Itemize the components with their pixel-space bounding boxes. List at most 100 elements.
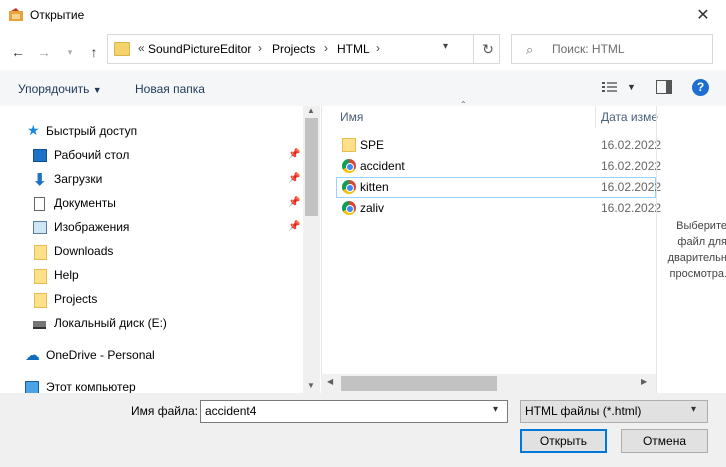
column-header-name[interactable]: Имя [340,110,363,124]
help-icon: ? [696,80,705,94]
column-divider[interactable] [595,106,596,128]
sidebar-item-onedrive[interactable]: ☁ OneDrive - Personal [0,344,305,368]
file-name: kitten [360,180,389,194]
pin-icon[interactable]: 📌 [288,197,300,208]
sidebar-item-help[interactable]: Help [0,264,305,288]
preview-line: дварительн [667,252,726,264]
file-row[interactable]: accident 16.02.2022 [336,156,661,177]
sidebar-scroll-thumb[interactable] [305,118,318,216]
address-bar[interactable]: « SoundPictureEditor › Projects › HTML ›… [107,34,500,64]
sidebar-item-label: Быстрый доступ [46,124,138,138]
file-date: 16.02.2022 [601,201,662,215]
sidebar-item-this-pc[interactable]: Этот компьютер [0,376,305,393]
app-icon [9,8,23,21]
chevron-right-icon[interactable]: › [258,41,262,55]
column-header-date[interactable]: Дата изме [601,110,658,124]
recent-locations-button[interactable]: ▾ [60,42,80,62]
new-folder-button[interactable]: Новая папка [135,82,205,96]
file-list-scroll-thumb[interactable] [341,376,497,391]
chevron-down-icon[interactable]: ▾ [493,404,498,415]
preview-line: файл для [677,236,726,248]
sidebar-item-documents[interactable]: Документы 📌 [0,192,305,216]
chrome-icon [342,201,356,215]
sidebar-item-label: Этот компьютер [46,380,136,393]
window-title: Открытие [30,8,85,22]
view-options-button[interactable] [602,80,618,94]
sidebar-item-local-disk[interactable]: Локальный диск (E:) [0,312,305,336]
chevron-down-icon: ▼ [92,85,102,95]
desktop-icon [33,149,47,162]
filetype-value: HTML файлы (*.html) [525,404,642,418]
navigation-pane: ★ Быстрый доступ Рабочий стол 📌 ⬇ Загруз… [0,106,320,393]
chevron-right-icon[interactable]: › [376,41,380,55]
command-bar: Упорядочить ▼ Новая папка ▼ ? [0,70,726,106]
sidebar-item-label: Документы [54,196,116,210]
refresh-icon: ↻ [482,41,494,57]
pin-icon[interactable]: 📌 [288,173,300,184]
refresh-button[interactable]: ↻ [473,35,502,63]
pin-icon[interactable]: 📌 [288,149,300,160]
sidebar-item-label: Downloads [54,244,114,258]
sidebar-item-downloads-quick[interactable]: ⬇ Загрузки 📌 [0,168,305,192]
scroll-up-icon[interactable]: ▲ [307,106,315,115]
breadcrumb-item[interactable]: HTML [337,42,370,56]
sidebar-item-label: Изображения [54,220,130,234]
filename-input[interactable]: accident4 ▾ [200,400,508,423]
pictures-icon [33,221,47,234]
title-bar: Открытие ✕ [0,0,726,32]
scroll-down-icon[interactable]: ▼ [307,381,315,390]
scroll-right-icon[interactable]: ▶ [641,377,647,386]
sidebar-item-quick-access[interactable]: ★ Быстрый доступ [0,120,305,144]
view-list-icon [602,82,617,92]
file-row[interactable]: zaliv 16.02.2022 [336,198,661,219]
address-overflow[interactable]: « [138,41,145,55]
file-row-selected[interactable]: kitten 16.02.2022 [336,177,661,198]
cloud-icon: ☁ [25,347,40,364]
pin-icon[interactable]: 📌 [288,221,300,232]
chevron-right-icon[interactable]: › [324,41,328,55]
sidebar-item-projects[interactable]: Projects [0,288,305,312]
cancel-button[interactable]: Отмена [621,429,708,453]
organize-label: Упорядочить [18,82,90,96]
breadcrumb-item[interactable]: SoundPictureEditor [148,42,251,56]
organize-button[interactable]: Упорядочить ▼ [18,82,102,96]
filetype-select[interactable]: HTML файлы (*.html) ▾ [520,400,708,423]
chevron-down-icon[interactable]: ▾ [443,41,448,52]
file-date: 16.02.2022 [601,159,662,173]
chrome-icon [342,159,356,173]
up-button[interactable]: ↑ [84,42,104,62]
search-input[interactable]: ⌕ Поиск: HTML [511,34,713,64]
sidebar-item-label: Projects [54,292,98,306]
sidebar-item-label: Help [54,268,79,282]
close-button[interactable]: ✕ [688,2,718,30]
star-icon: ★ [27,122,40,138]
open-button[interactable]: Открыть [520,429,607,453]
sidebar-item-desktop[interactable]: Рабочий стол 📌 [0,144,305,168]
close-icon: ✕ [696,7,710,24]
folder-icon [342,138,356,152]
filename-label: Имя файла: [131,404,198,418]
chevron-down-icon[interactable]: ▼ [627,82,636,92]
scroll-left-icon[interactable]: ◀ [327,377,333,386]
preview-pane-icon [666,81,671,93]
sidebar-item-downloads-folder[interactable]: Downloads [0,240,305,264]
back-button[interactable]: ← [8,42,28,62]
drive-icon [33,321,46,329]
file-row[interactable]: SPE 16.02.2022 [336,135,661,156]
forward-button[interactable]: → [34,42,54,62]
filename-value: accident4 [205,404,257,418]
folder-icon [34,293,47,308]
arrow-right-icon: → [37,44,51,60]
preview-line: просмотра. [669,268,726,280]
sort-ascending-icon: ⌃ [460,100,467,109]
breadcrumb-item[interactable]: Projects [272,42,315,56]
computer-icon [25,381,39,393]
help-button[interactable]: ? [692,79,709,96]
sidebar-item-label: Локальный диск (E:) [54,316,167,330]
sidebar-item-pictures[interactable]: Изображения 📌 [0,216,305,240]
preview-pane-button[interactable] [656,80,672,94]
folder-icon [34,245,47,260]
chrome-icon [342,180,356,194]
search-placeholder: Поиск: HTML [552,42,625,56]
folder-icon [114,42,130,56]
